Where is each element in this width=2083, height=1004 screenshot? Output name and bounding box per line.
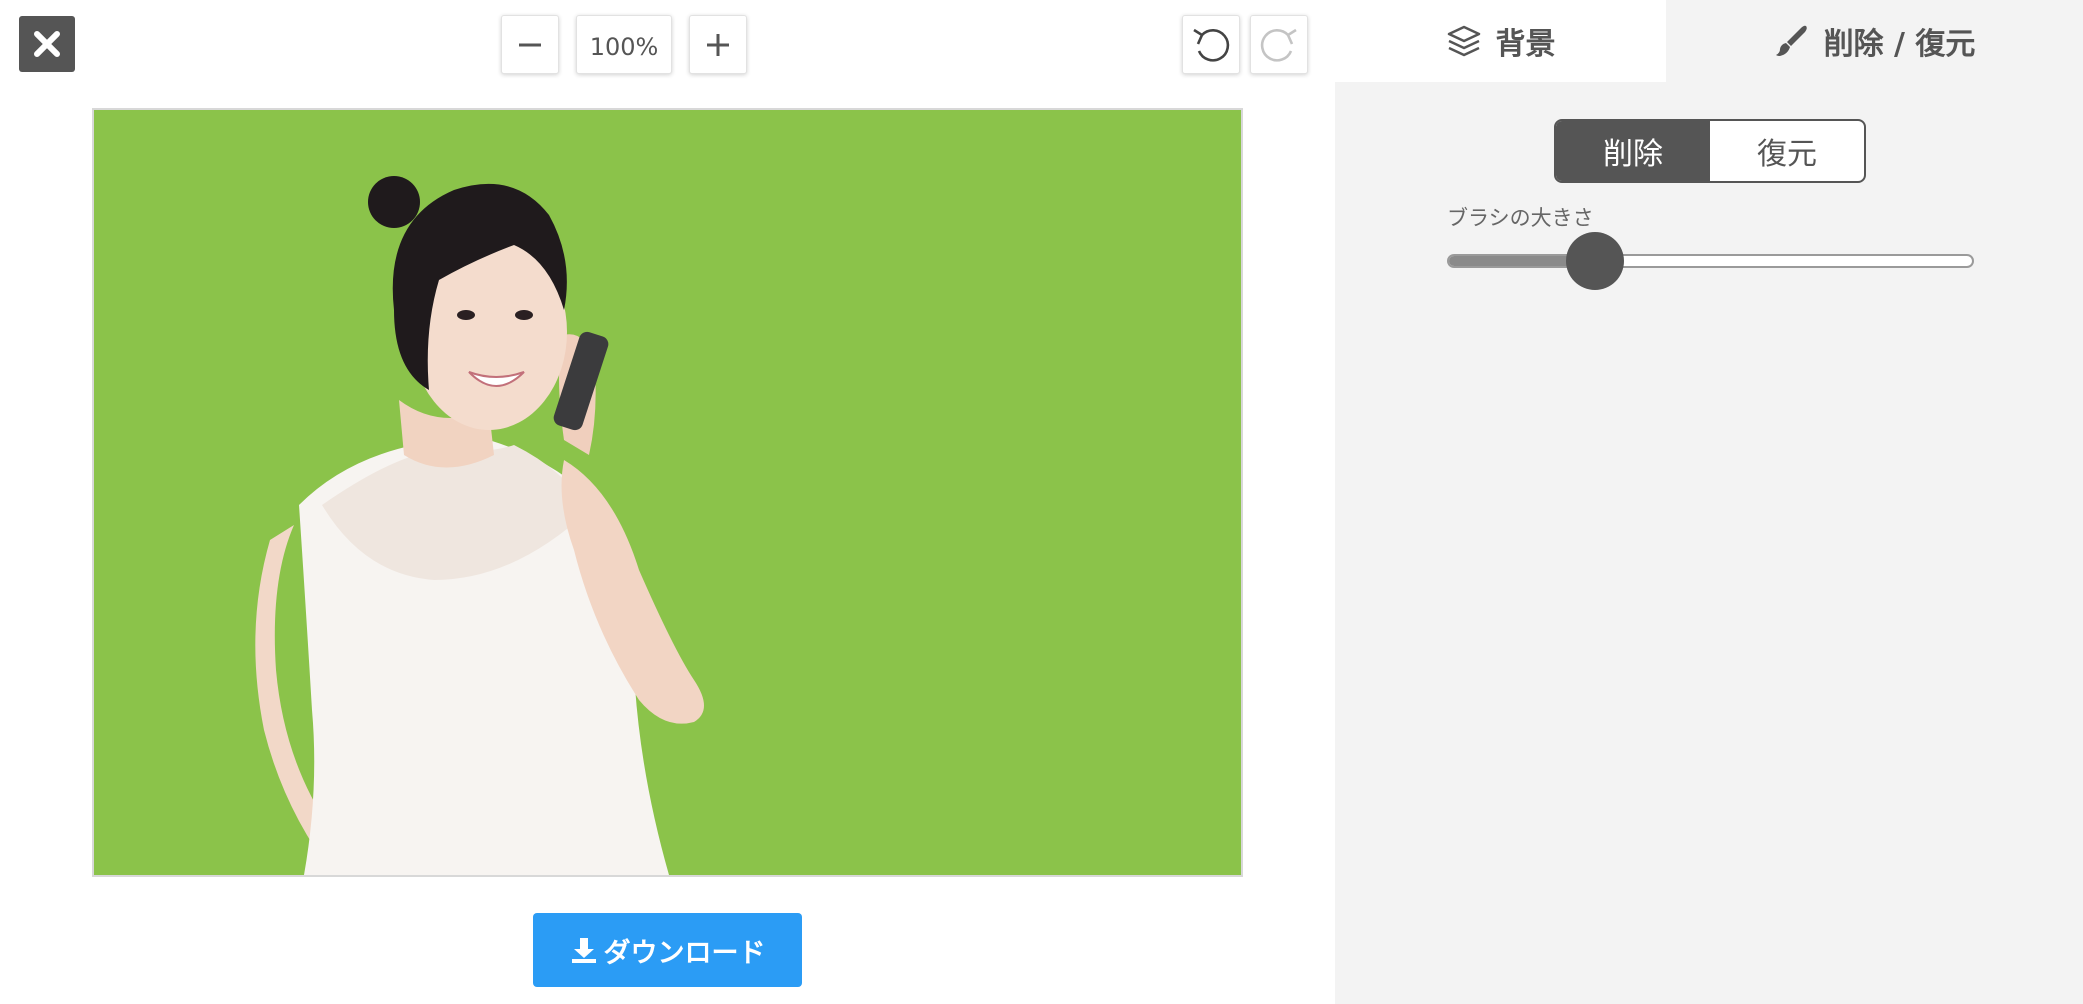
- brush-size-handle[interactable]: [1565, 232, 1624, 290]
- minus-icon: [519, 43, 541, 46]
- person-eye-right: [515, 310, 533, 320]
- zoom-out-button[interactable]: [501, 15, 559, 74]
- zoom-level-display: 100%: [576, 15, 672, 74]
- redo-button[interactable]: [1250, 15, 1308, 74]
- download-label: ダウンロード: [603, 937, 766, 969]
- brush-size-slider[interactable]: [1447, 254, 1974, 268]
- undo-icon: [1193, 28, 1230, 62]
- layers-icon: [1447, 25, 1480, 57]
- brush-icon: [1775, 25, 1807, 56]
- close-button[interactable]: [19, 16, 75, 72]
- person-hair-bun: [368, 176, 420, 228]
- person-eye-left: [457, 310, 475, 320]
- tab-erase-restore[interactable]: 削除 / 復元: [1666, 0, 2083, 82]
- redo-icon: [1260, 28, 1297, 62]
- erase-mode-button[interactable]: 削除: [1556, 121, 1710, 181]
- brush-size-label: ブラシの大きさ: [1447, 206, 1594, 230]
- erase-restore-toggle: 削除 復元: [1554, 119, 1866, 183]
- download-button[interactable]: ダウンロード: [533, 913, 802, 987]
- plus-icon: [707, 33, 729, 56]
- undo-button[interactable]: [1182, 15, 1240, 74]
- edited-photo: [94, 110, 1241, 875]
- image-canvas[interactable]: [92, 108, 1243, 877]
- download-icon: [571, 938, 596, 963]
- zoom-in-button[interactable]: [689, 15, 747, 74]
- close-icon: [34, 31, 60, 57]
- tab-background[interactable]: 背景: [1335, 0, 1666, 82]
- restore-mode-button[interactable]: 復元: [1710, 121, 1864, 181]
- canvas-background: [94, 110, 1241, 875]
- panel-tabs: 背景 削除 / 復元: [1335, 0, 2083, 82]
- tab-erase-restore-label: 削除 / 復元: [1823, 27, 1976, 62]
- tab-background-label: 背景: [1495, 27, 1556, 62]
